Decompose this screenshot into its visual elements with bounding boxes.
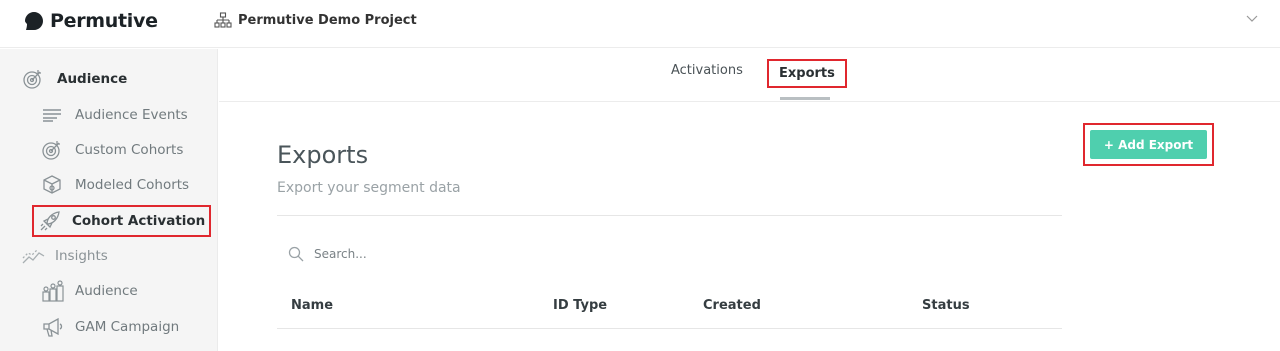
- sidebar-item-label: Custom Cohorts: [75, 142, 184, 158]
- sidebar-item-gam-campaign[interactable]: GAM Campaign: [41, 314, 179, 340]
- sidebar-item-audience[interactable]: Audience: [22, 66, 127, 92]
- sidebar-item-insights-audience[interactable]: Audience: [41, 278, 138, 304]
- column-header-name[interactable]: Name: [291, 298, 333, 313]
- target-icon: [23, 70, 41, 89]
- tab-activations[interactable]: Activations: [671, 63, 743, 78]
- sidebar-item-modeled-cohorts[interactable]: Modeled Cohorts: [41, 172, 189, 198]
- megaphone-icon: [43, 317, 63, 337]
- add-export-button[interactable]: + Add Export: [1090, 130, 1207, 159]
- search-bar: [288, 246, 514, 262]
- table-header-divider: [277, 328, 1062, 329]
- people-icon: [42, 280, 64, 302]
- permutive-logo-icon: [25, 12, 43, 30]
- tab-bar: Activations Exports: [219, 49, 1280, 102]
- rocket-icon: [40, 211, 60, 231]
- brand-logo[interactable]: Permutive: [24, 9, 158, 33]
- page-subtitle: Export your segment data: [277, 180, 461, 196]
- sidebar-item-label: Modeled Cohorts: [75, 177, 190, 193]
- top-bar: Permutive Permutive Demo Project: [0, 0, 1280, 48]
- tab-exports[interactable]: Exports: [767, 59, 847, 88]
- add-export-highlight: + Add Export: [1083, 123, 1214, 166]
- sidebar-item-cohort-activation[interactable]: Cohort Activation: [31, 205, 212, 237]
- active-tab-indicator: [780, 97, 830, 100]
- lines-icon: [43, 109, 61, 122]
- divider: [277, 215, 1062, 216]
- sidebar-item-custom-cohorts[interactable]: Custom Cohorts: [41, 137, 183, 163]
- project-name: Permutive Demo Project: [238, 12, 417, 28]
- sidebar-item-insights[interactable]: Insights: [22, 243, 108, 269]
- trend-icon: [22, 249, 45, 264]
- sidebar: Audience Audience Events Custom Cohorts …: [0, 49, 218, 351]
- brand-name: Permutive: [50, 10, 158, 32]
- target-icon: [42, 141, 60, 160]
- cube-icon: [43, 175, 61, 194]
- sidebar-item-label: Cohort Activation: [72, 213, 206, 229]
- page-title: Exports: [277, 141, 369, 169]
- sidebar-item-label: Audience Events: [75, 107, 188, 123]
- project-selector[interactable]: Permutive Demo Project: [214, 12, 417, 28]
- sidebar-item-label: Audience: [57, 71, 128, 87]
- sidebar-item-label: Insights: [55, 248, 108, 264]
- chevron-down-icon[interactable]: [1246, 15, 1258, 23]
- search-input[interactable]: [314, 247, 514, 261]
- column-header-id-type[interactable]: ID Type: [553, 298, 607, 313]
- sidebar-item-label: Audience: [75, 283, 138, 299]
- hierarchy-icon: [214, 12, 232, 28]
- sidebar-item-audience-events[interactable]: Audience Events: [42, 102, 188, 128]
- search-icon: [288, 246, 304, 262]
- sidebar-item-label: GAM Campaign: [75, 319, 180, 335]
- column-header-status[interactable]: Status: [922, 298, 970, 313]
- column-header-created[interactable]: Created: [703, 298, 761, 313]
